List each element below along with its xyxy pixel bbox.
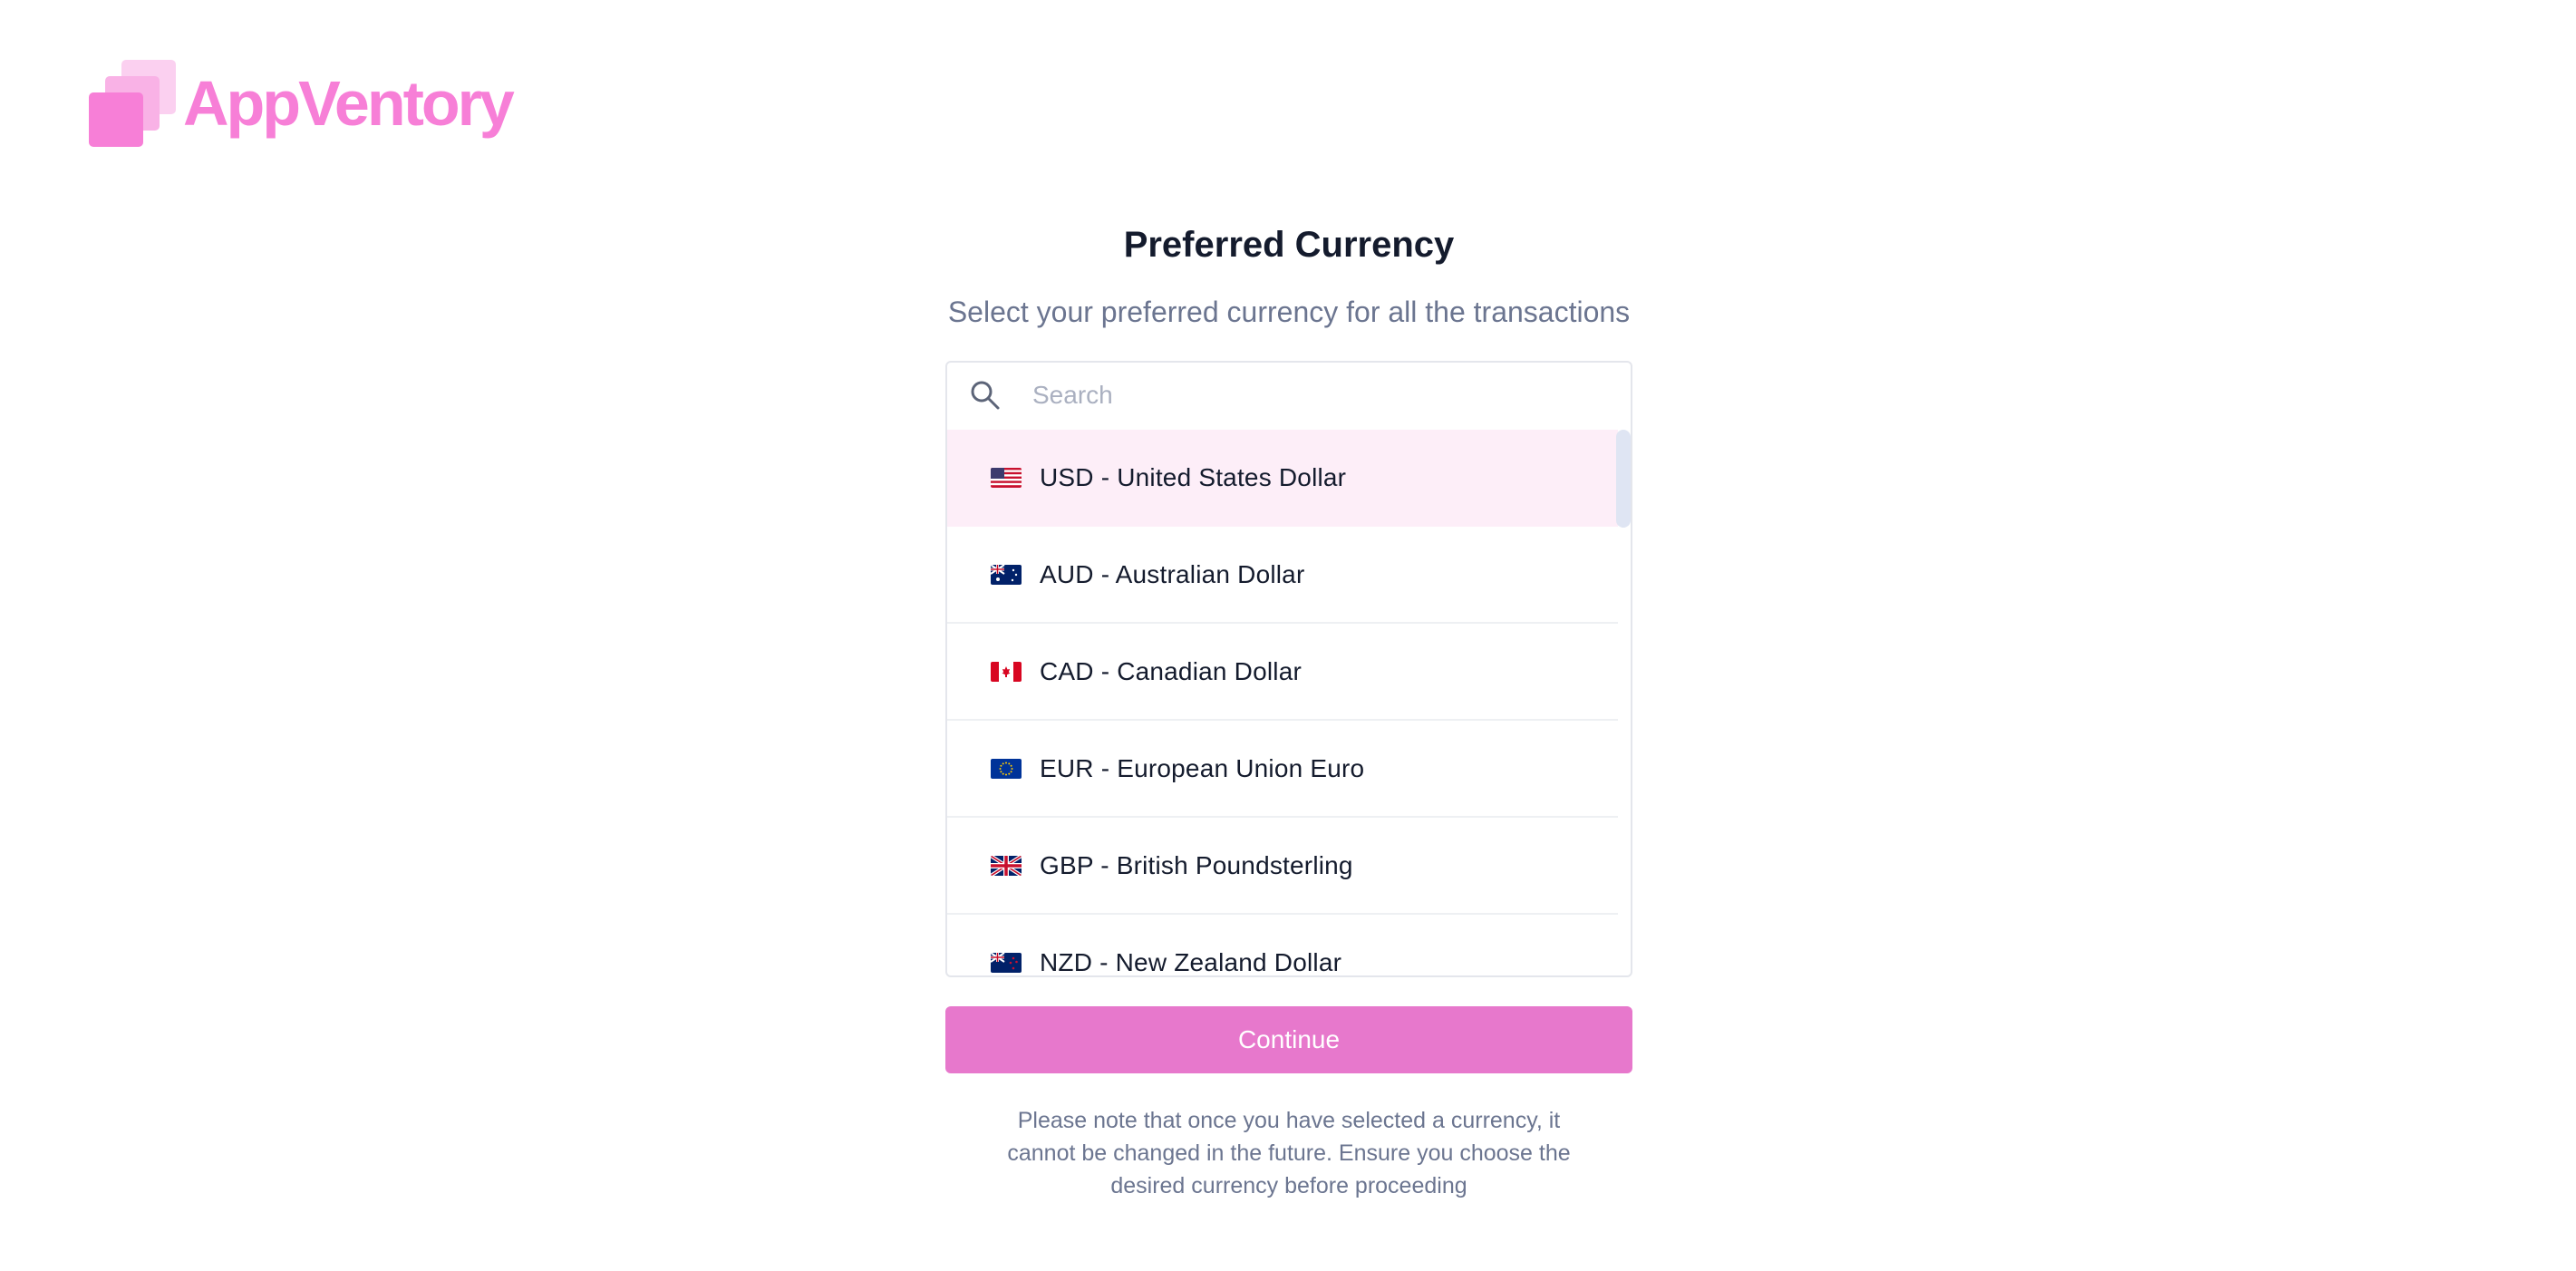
currency-change-note: Please note that once you have selected … xyxy=(1007,1108,1571,1198)
app-logo: AppVentory xyxy=(89,60,515,150)
nz-flag-icon xyxy=(991,952,1022,973)
currency-label: GBP - British Poundsterling xyxy=(1040,850,1353,879)
currency-item-usd[interactable]: USD - United States Dollar xyxy=(947,430,1618,527)
eu-flag-icon xyxy=(991,758,1022,779)
us-flag-icon xyxy=(991,467,1022,488)
search-input[interactable] xyxy=(1031,380,1574,411)
currency-label: AUD - Australian Dollar xyxy=(1040,559,1305,588)
currency-label: EUR - European Union Euro xyxy=(1040,753,1365,782)
currency-item-eur[interactable]: EUR - European Union Euro xyxy=(947,721,1618,818)
au-flag-icon xyxy=(991,564,1022,585)
scrollbar-thumb[interactable] xyxy=(1616,430,1631,528)
ca-flag-icon xyxy=(991,661,1022,682)
currency-item-aud[interactable]: AUD - Australian Dollar xyxy=(947,527,1618,624)
currency-label: USD - United States Dollar xyxy=(1040,462,1347,491)
currency-item-gbp[interactable]: GBP - British Poundsterling xyxy=(947,818,1618,915)
currency-label: CAD - Canadian Dollar xyxy=(1040,656,1302,685)
currency-list: USD - United States Dollar AUD - Austral… xyxy=(947,430,1618,976)
continue-button[interactable]: Continue xyxy=(945,1006,1632,1073)
currency-label: NZD - New Zealand Dollar xyxy=(1040,947,1342,976)
currency-list-scrollbar[interactable] xyxy=(1616,430,1631,974)
page-subtitle: Select your preferred currency for all t… xyxy=(947,296,1631,328)
currency-item-cad[interactable]: CAD - Canadian Dollar xyxy=(947,624,1618,721)
currency-picker: USD - United States Dollar AUD - xyxy=(945,361,1632,977)
currency-selection-panel: Preferred Currency Select your preferred… xyxy=(945,199,1632,1202)
search-icon xyxy=(967,377,1003,413)
logo-squares-icon xyxy=(89,60,176,150)
gb-flag-icon xyxy=(991,855,1022,876)
search-bar xyxy=(947,363,1631,428)
currency-item-nzd[interactable]: NZD - New Zealand Dollar xyxy=(947,915,1618,976)
page-title: Preferred Currency xyxy=(1123,225,1455,265)
logo-wordmark: AppVentory xyxy=(183,68,515,139)
